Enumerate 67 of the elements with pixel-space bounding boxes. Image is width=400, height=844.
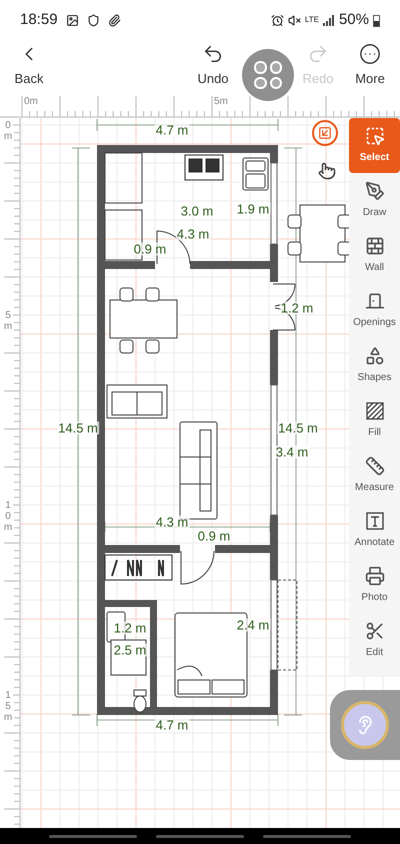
tool-button[interactable]: Fill: [349, 393, 400, 448]
dimension-label: 1.2 m: [280, 302, 314, 314]
dining-set-drawing: [110, 288, 178, 354]
tool-button[interactable]: Shapes: [349, 338, 400, 393]
signal-icon: [322, 14, 335, 26]
select-icon: [364, 126, 384, 146]
toolbar-button[interactable]: Undo: [188, 40, 238, 92]
brick-wall-icon: [364, 236, 384, 256]
arrow-square-icon: [318, 126, 332, 140]
wall: [270, 330, 278, 385]
mute-icon: [288, 14, 301, 26]
paperclip-icon: [108, 14, 121, 26]
ruler-label: 0 m: [3, 120, 13, 142]
stove-drawing: [184, 154, 224, 180]
door-icon: [364, 291, 384, 311]
tool-button[interactable]: Annotate: [349, 503, 400, 558]
pen-icon: [364, 181, 384, 201]
printer-icon: [364, 566, 384, 586]
tool-button[interactable]: Openings: [349, 283, 400, 338]
dimension-label: 2.5 m: [112, 644, 148, 656]
tool-button[interactable]: Photo: [349, 558, 400, 613]
tool-button[interactable]: Draw: [349, 173, 400, 228]
dimension-label: 4.7 m: [154, 718, 190, 732]
tool-button[interactable]: Measure: [349, 448, 400, 503]
dimension-label: 4.3 m: [154, 516, 190, 528]
ruler-label: 10 m: [3, 500, 13, 533]
shapes-icon: [364, 346, 384, 366]
more-icon: [359, 43, 381, 66]
shield-icon: [86, 14, 100, 26]
dimension-label: 0.9 m: [132, 242, 168, 256]
toolbar-button[interactable]: Back: [0, 40, 58, 92]
hatched-square-icon: [364, 401, 384, 421]
layer-button[interactable]: [312, 120, 338, 146]
dimension-label: 1.2 m: [112, 622, 148, 634]
dimension-label: 3.4 m: [274, 446, 310, 458]
ruler-label: 0m: [24, 95, 38, 109]
sink-drawing: [242, 158, 268, 190]
tool-button[interactable]: Edit: [349, 613, 400, 668]
armchair-drawing: [106, 384, 168, 418]
ruler-icon: [364, 456, 384, 476]
hand-pointer-icon[interactable]: [318, 162, 336, 180]
door-swing: [180, 550, 214, 584]
text-box-icon: [364, 511, 384, 531]
ruler-label: 15 m: [3, 690, 13, 723]
alarm-icon: [270, 14, 284, 26]
tool-button[interactable]: Wall: [349, 228, 400, 283]
dimension-label: 0.9 m: [196, 530, 232, 542]
dimension-label: 4.7 m: [154, 124, 190, 136]
status-time: 18:59: [20, 10, 58, 30]
battery-level: 50%: [338, 10, 369, 30]
assistive-button[interactable]: [330, 690, 400, 760]
image-icon: [66, 14, 79, 26]
dimension-label: 4.3 m: [176, 228, 210, 240]
battery-icon: [373, 14, 380, 26]
assistive-touch[interactable]: [242, 49, 294, 101]
dimension-label: 1.9 m: [236, 202, 270, 216]
dimension-label: 14.5 m: [57, 422, 99, 434]
network-label: LTE: [304, 16, 319, 24]
dimension-label: 2.4 m: [236, 618, 270, 632]
scissors-icon: [364, 621, 384, 641]
wardrobe-drawing: [104, 554, 172, 580]
toolbar-button[interactable]: More: [340, 40, 400, 92]
ruler-label: 5m: [214, 95, 228, 109]
ruler-label: 5 m: [3, 310, 13, 332]
tool-button[interactable]: Select: [349, 118, 400, 173]
dimension-label: 3.0 m: [180, 204, 214, 218]
dimension-label: 14.5 m: [277, 422, 319, 434]
